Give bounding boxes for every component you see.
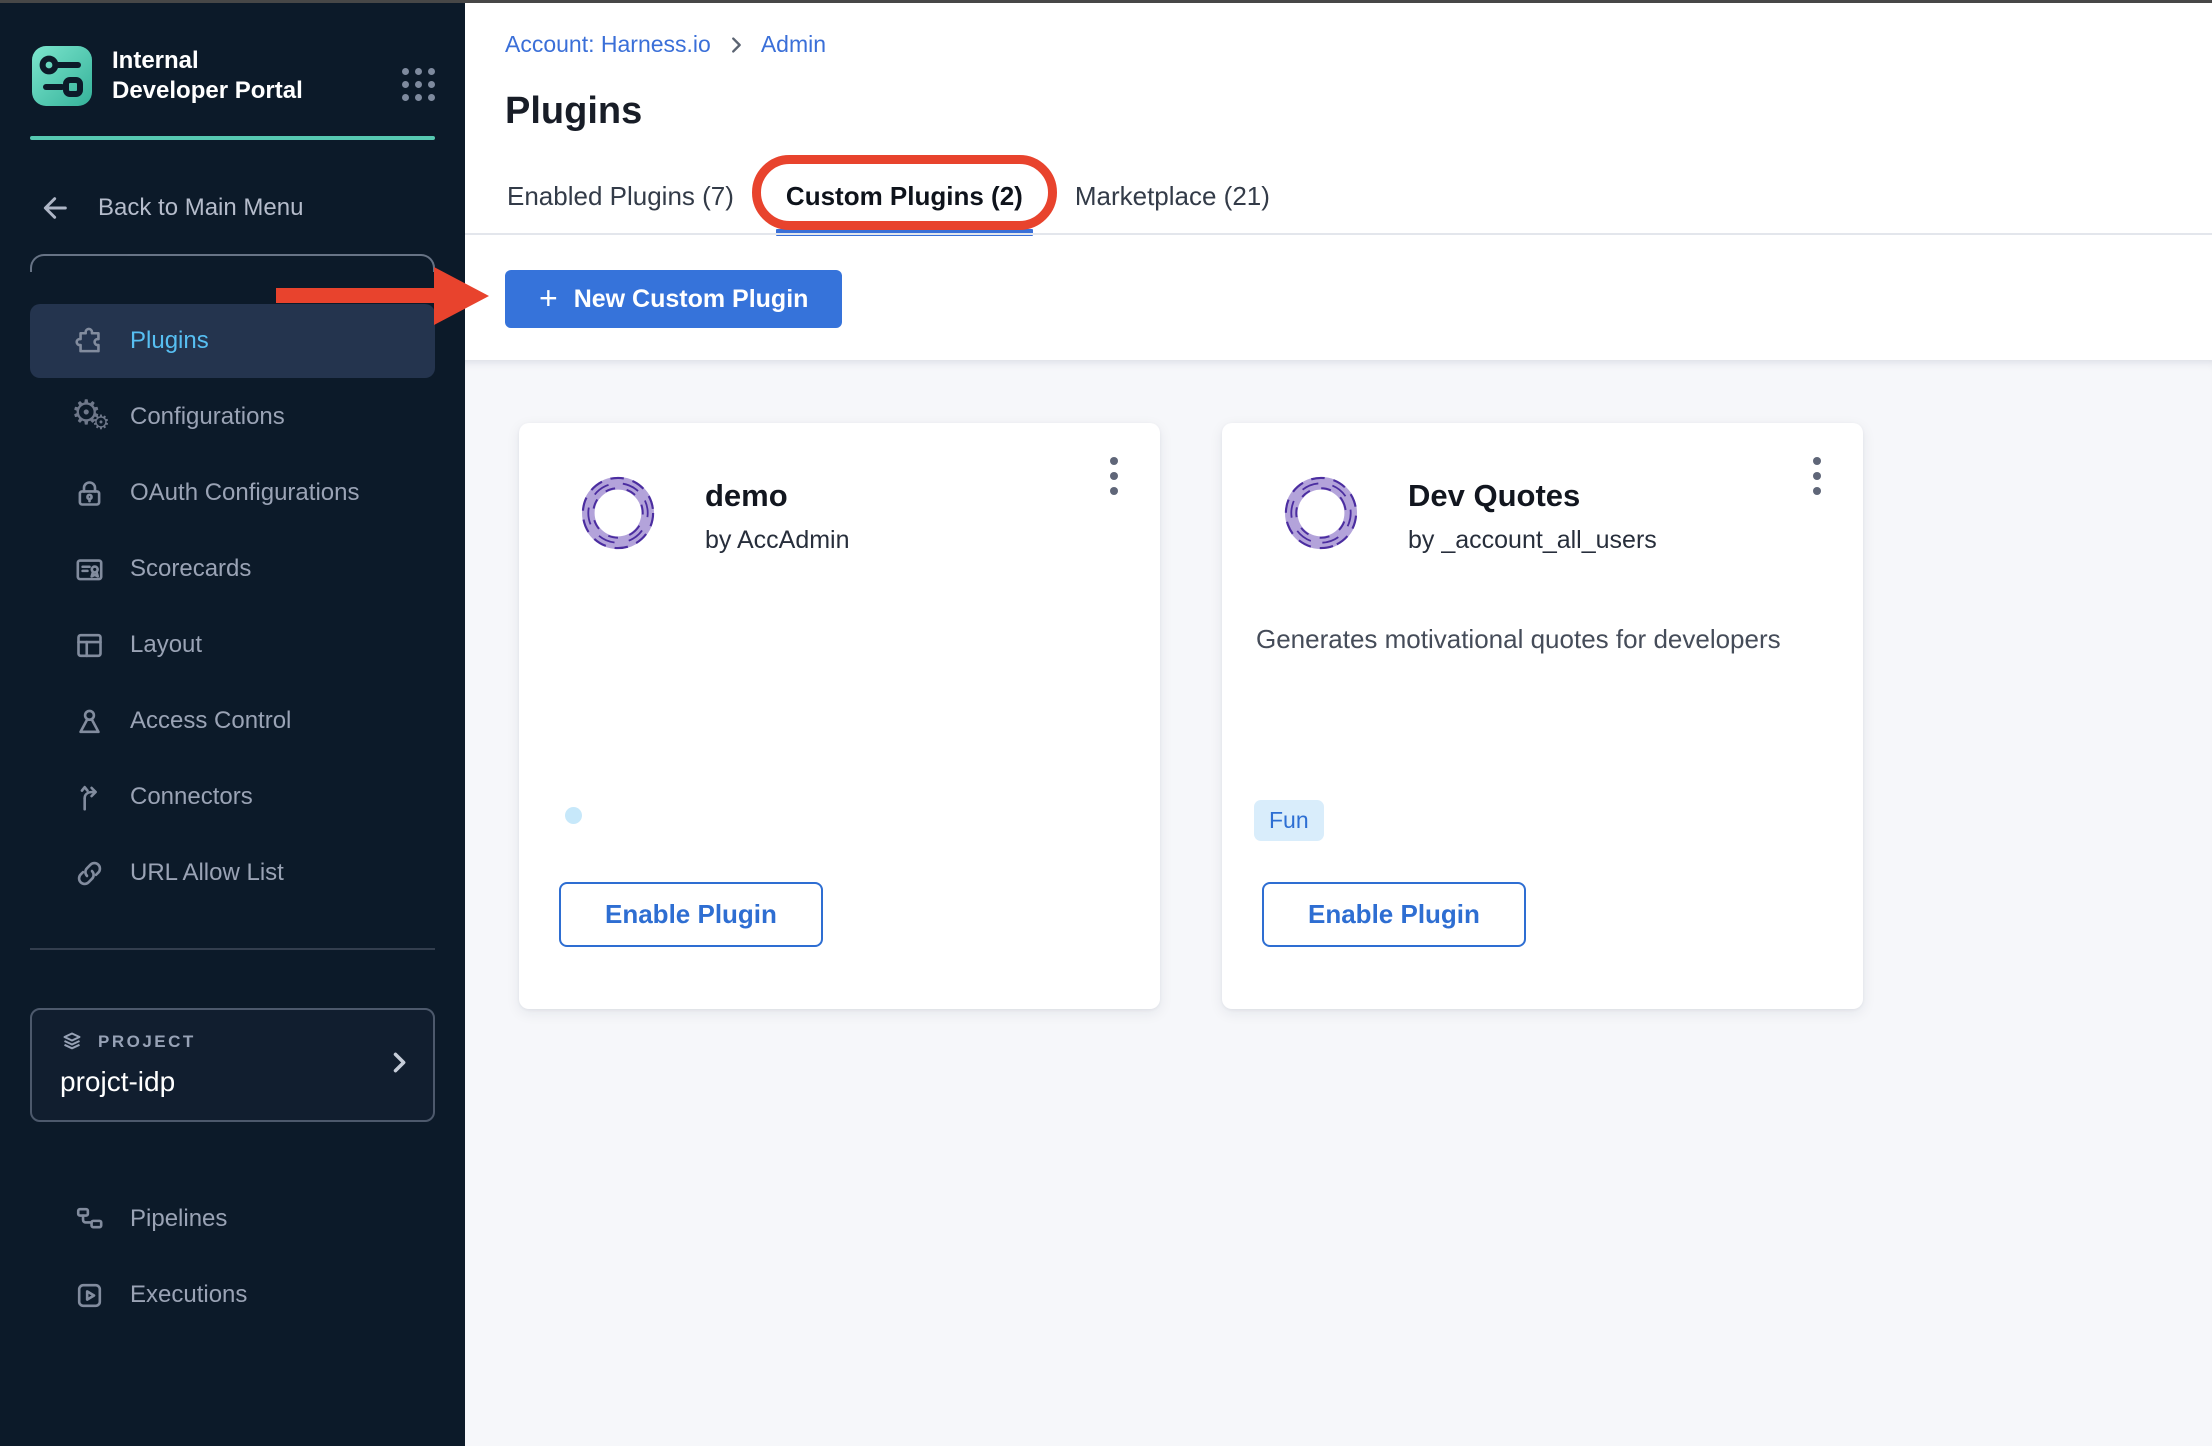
app-switcher-icon[interactable] bbox=[402, 68, 435, 101]
enable-plugin-button[interactable]: Enable Plugin bbox=[559, 882, 823, 947]
plugin-title: Dev Quotes bbox=[1408, 478, 1580, 514]
sidebar-header: Internal Developer Portal bbox=[0, 0, 465, 140]
plus-icon: + bbox=[539, 282, 558, 314]
pipelines-icon bbox=[73, 1203, 106, 1236]
back-label: Back to Main Menu bbox=[98, 194, 303, 222]
plugin-author: by _account_all_users bbox=[1408, 526, 1657, 555]
plugin-tag-badge: Fun bbox=[1254, 800, 1324, 841]
project-menu: Pipelines Executions bbox=[0, 1182, 465, 1332]
plugin-author: by AccAdmin bbox=[705, 526, 850, 555]
sidebar-item-access-control[interactable]: Access Control bbox=[30, 684, 435, 758]
gears-icon: ⚙⚙ bbox=[73, 397, 106, 437]
project-name: projct-idp bbox=[60, 1066, 409, 1098]
plugin-logo bbox=[573, 468, 663, 558]
tab-enabled-plugins[interactable]: Enabled Plugins (7) bbox=[491, 167, 750, 236]
enable-plugin-button[interactable]: Enable Plugin bbox=[1262, 882, 1526, 947]
project-stack-icon bbox=[60, 1030, 84, 1054]
main-content: Account: Harness.io Admin Plugins Enable… bbox=[465, 3, 2212, 1446]
plugin-card-dev-quotes: Dev Quotes by _account_all_users Generat… bbox=[1222, 423, 1863, 1009]
new-custom-plugin-button[interactable]: + New Custom Plugin bbox=[505, 270, 842, 328]
sidebar: Internal Developer Portal Back to Main M… bbox=[0, 0, 465, 1446]
person-icon bbox=[73, 705, 106, 738]
tab-label: Enabled Plugins (7) bbox=[507, 181, 734, 211]
sidebar-item-label: Configurations bbox=[130, 403, 285, 431]
chevron-right-icon bbox=[725, 34, 747, 56]
sidebar-item-pipelines[interactable]: Pipelines bbox=[30, 1182, 435, 1256]
tab-marketplace[interactable]: Marketplace (21) bbox=[1059, 167, 1286, 236]
sidebar-item-executions[interactable]: Executions bbox=[30, 1258, 435, 1332]
sidebar-divider bbox=[30, 948, 435, 950]
plugin-card-grid: demo by AccAdmin Enable Plugin Dev Quote… bbox=[465, 360, 2212, 1446]
sidebar-item-label: Access Control bbox=[130, 707, 291, 735]
idp-logo-icon bbox=[30, 44, 94, 108]
breadcrumb: Account: Harness.io Admin bbox=[505, 3, 2212, 58]
tabs-divider bbox=[465, 233, 2212, 235]
breadcrumb-admin-link[interactable]: Admin bbox=[761, 31, 826, 58]
tab-custom-plugins[interactable]: Custom Plugins (2) bbox=[770, 167, 1039, 236]
sidebar-item-label: OAuth Configurations bbox=[130, 479, 359, 507]
sidebar-item-layout[interactable]: Layout bbox=[30, 608, 435, 682]
kebab-menu-icon[interactable] bbox=[1104, 451, 1124, 501]
arrow-left-icon bbox=[40, 192, 72, 224]
executions-icon bbox=[73, 1279, 106, 1312]
brand-rule bbox=[30, 136, 435, 140]
chevron-right-icon bbox=[385, 1049, 413, 1082]
sidebar-item-label: Scorecards bbox=[130, 555, 251, 583]
kebab-menu-icon[interactable] bbox=[1807, 451, 1827, 501]
window-top-border bbox=[0, 0, 2212, 3]
back-to-main-menu[interactable]: Back to Main Menu bbox=[40, 192, 435, 224]
connectors-icon bbox=[73, 781, 106, 814]
page-header: Account: Harness.io Admin Plugins Enable… bbox=[465, 3, 2212, 360]
plugin-card-demo: demo by AccAdmin Enable Plugin bbox=[519, 423, 1160, 1009]
sidebar-item-configurations[interactable]: ⚙⚙ Configurations bbox=[30, 380, 435, 454]
empty-tag-dot bbox=[565, 807, 582, 824]
link-icon bbox=[73, 857, 106, 890]
app-title: Internal Developer Portal bbox=[112, 46, 318, 106]
tab-label: Marketplace (21) bbox=[1075, 181, 1270, 211]
sidebar-item-label: Pipelines bbox=[130, 1205, 227, 1233]
sidebar-item-label: Plugins bbox=[130, 327, 209, 355]
sidebar-item-plugins[interactable]: Plugins bbox=[30, 304, 435, 378]
project-selector[interactable]: PROJECT projct-idp bbox=[30, 1008, 435, 1122]
sidebar-item-label: URL Allow List bbox=[130, 859, 284, 887]
puzzle-icon bbox=[73, 325, 106, 358]
menu-section-divider bbox=[30, 254, 435, 272]
admin-menu: Plugins ⚙⚙ Configurations OAuth Configur… bbox=[0, 272, 465, 910]
scorecard-icon bbox=[73, 553, 106, 586]
sidebar-item-url-allow-list[interactable]: URL Allow List bbox=[30, 836, 435, 910]
project-eyebrow-label: PROJECT bbox=[98, 1032, 196, 1052]
page-title: Plugins bbox=[505, 90, 2212, 133]
sidebar-item-label: Executions bbox=[130, 1281, 247, 1309]
plugin-logo bbox=[1276, 468, 1366, 558]
sidebar-item-scorecards[interactable]: Scorecards bbox=[30, 532, 435, 606]
sidebar-item-label: Connectors bbox=[130, 783, 253, 811]
breadcrumb-account-link[interactable]: Account: Harness.io bbox=[505, 31, 711, 58]
sidebar-item-oauth-configurations[interactable]: OAuth Configurations bbox=[30, 456, 435, 530]
plugin-description: Generates motivational quotes for develo… bbox=[1256, 621, 1823, 657]
layout-icon bbox=[73, 629, 106, 662]
new-custom-plugin-label: New Custom Plugin bbox=[574, 285, 809, 314]
plugins-tabs: Enabled Plugins (7) Custom Plugins (2) M… bbox=[491, 167, 2212, 236]
sidebar-item-connectors[interactable]: Connectors bbox=[30, 760, 435, 834]
tab-label: Custom Plugins (2) bbox=[786, 181, 1023, 211]
lock-icon bbox=[73, 477, 106, 510]
plugin-title: demo bbox=[705, 478, 788, 514]
sidebar-item-label: Layout bbox=[130, 631, 202, 659]
